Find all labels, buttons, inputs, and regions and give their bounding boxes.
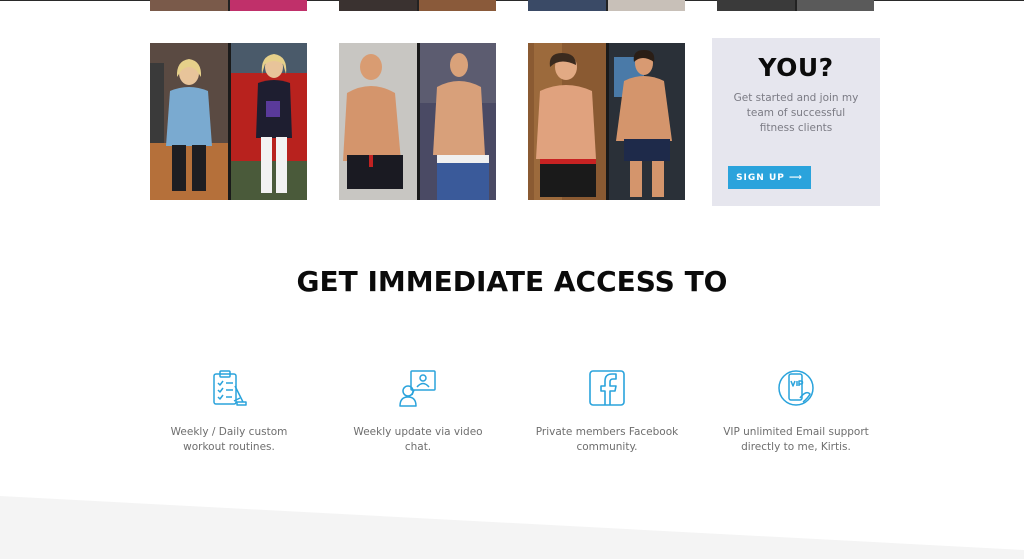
bottom-angled-band — [0, 496, 1024, 559]
section-heading: GET IMMEDIATE ACCESS TO — [296, 265, 728, 298]
transformation-photo-top-2 — [339, 0, 496, 11]
transformation-photo-top-4 — [717, 0, 874, 11]
feature-text-facebook: Private members Facebook community. — [535, 426, 679, 453]
feature-text-workouts: Weekly / Daily custom workout routines. — [170, 426, 288, 453]
video-chat-icon — [399, 370, 436, 407]
feature-item-facebook: Private members Facebook community. — [532, 368, 682, 455]
feature-item-video-chat: Weekly update via video chat. — [343, 368, 493, 455]
feature-text-video-chat: Weekly update via video chat. — [353, 426, 483, 453]
feature-item-workouts: Weekly / Daily custom workout routines. — [154, 368, 304, 455]
feature-item-vip-support: VIP unlimited Email support directly to … — [721, 368, 871, 455]
sign-up-button[interactable]: SIGN UP ⟶ — [728, 166, 811, 189]
vip-phone-icon — [778, 370, 814, 406]
clipboard-checklist-icon — [213, 370, 247, 406]
transformation-photo-top-3 — [528, 0, 685, 11]
signup-card-title: YOU? — [758, 53, 834, 82]
feature-text-vip-support: VIP unlimited Email support directly to … — [723, 426, 869, 453]
transformation-photo-3 — [528, 43, 685, 200]
signup-card-text: Get started and join my team of successf… — [733, 92, 859, 134]
facebook-icon — [589, 370, 625, 406]
transformation-photo-2 — [339, 43, 496, 200]
transformation-photo-top-1 — [150, 0, 307, 11]
signup-card: YOU? Get started and join my team of suc… — [712, 38, 880, 206]
transformation-photo-1 — [150, 43, 307, 200]
